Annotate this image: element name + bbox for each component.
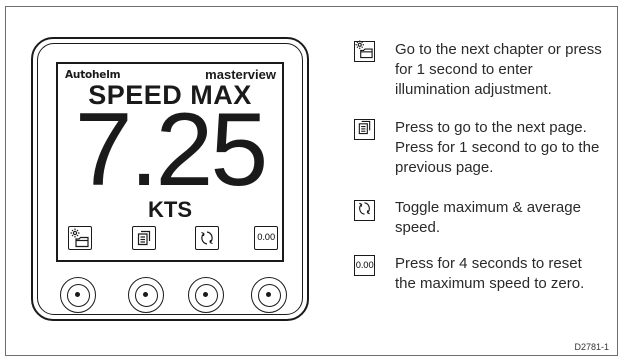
page-icon bbox=[136, 230, 152, 246]
chapter-illumination-icon bbox=[355, 39, 374, 64]
softkey-reset: 0.00 bbox=[254, 226, 278, 250]
hardware-button-4[interactable] bbox=[251, 277, 287, 313]
button-dot bbox=[266, 292, 271, 297]
legend-icon-page bbox=[354, 119, 375, 140]
legend-icon-chapter bbox=[354, 39, 375, 64]
button-dot bbox=[143, 292, 148, 297]
legend-text-reset: Press for 4 seconds to reset the maximum… bbox=[395, 255, 585, 292]
hardware-button-1[interactable] bbox=[60, 277, 96, 313]
legend-text-toggle: Toggle maximum & average speed. bbox=[395, 199, 581, 236]
legend-icon-reset: 0.00 bbox=[354, 255, 375, 276]
speed-value: 7.25 bbox=[74, 92, 268, 208]
softkey-toggle bbox=[195, 226, 219, 250]
hardware-button-3[interactable] bbox=[188, 277, 224, 313]
chapter-illumination-icon bbox=[70, 228, 90, 248]
page-icon bbox=[357, 120, 372, 140]
softkey-page bbox=[132, 226, 156, 250]
reset-zero-icon: 0.00 bbox=[355, 260, 374, 271]
lcd-display: Autohelm masterview SPEED MAX 7.25 KTS 0… bbox=[56, 62, 284, 262]
button-dot bbox=[203, 292, 208, 297]
softkey-chapter bbox=[68, 226, 92, 250]
legend-text-chapter: Go to the next chapter or press for 1 se… bbox=[395, 41, 602, 98]
button-dot bbox=[75, 292, 80, 297]
hardware-button-2[interactable] bbox=[128, 277, 164, 313]
legend-icon-toggle bbox=[354, 200, 375, 221]
figure-reference: D2781-1 bbox=[574, 342, 609, 352]
unit-label: KTS bbox=[148, 197, 192, 222]
legend-text-page: Press to go to the next page. Press for … bbox=[395, 119, 600, 176]
reset-zero-icon: 0.00 bbox=[256, 233, 276, 243]
toggle-cycle-icon bbox=[198, 229, 216, 247]
toggle-cycle-icon bbox=[356, 200, 373, 222]
